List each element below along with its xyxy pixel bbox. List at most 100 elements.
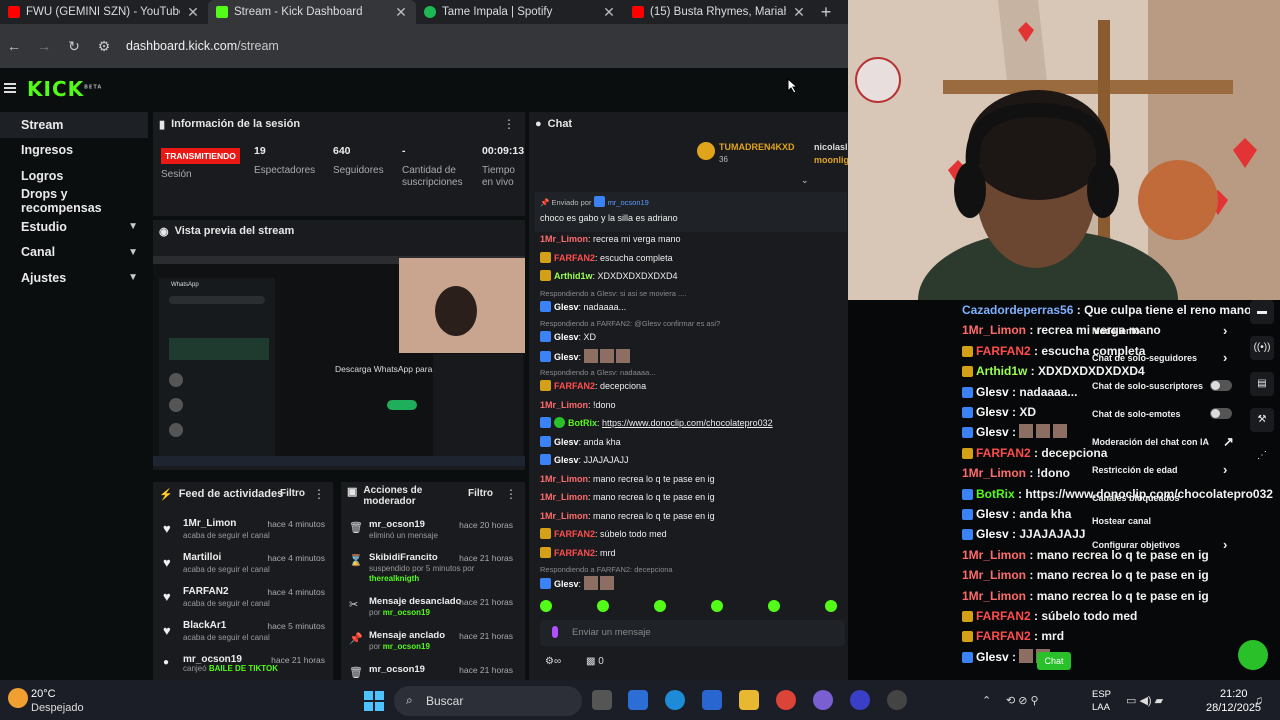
sidebar-item-logros[interactable]: Logros [0, 163, 148, 189]
stream-preview-video[interactable]: WhatsApp Descarga WhatsApp para Windows [153, 256, 525, 466]
chat-input[interactable]: Enviar un mensaje [540, 620, 845, 646]
menu-icon[interactable] [4, 83, 16, 93]
sidebar-item-estudio[interactable]: Estudio ▼ [0, 214, 148, 240]
emote-icon[interactable] [825, 600, 837, 612]
obs-icon[interactable] [887, 690, 907, 710]
chat-message[interactable]: FARFAN2: escucha completa [540, 251, 673, 265]
chat-settings-item[interactable]: Chat de solo-suscriptores [1092, 381, 1203, 391]
clock-date[interactable]: 28/12/2025 [1206, 702, 1261, 714]
chat-message[interactable]: Glesv: [540, 576, 616, 590]
chat-username[interactable]: Glesv [554, 455, 579, 465]
chat-message[interactable]: FARFAN2: mrd [540, 546, 616, 560]
store-icon[interactable] [702, 690, 722, 710]
clock-time[interactable]: 21:20 [1220, 688, 1248, 700]
emote-icon[interactable] [711, 600, 723, 612]
mod-actor[interactable]: therealknigth [369, 574, 419, 583]
chat-username[interactable]: BotRix [568, 418, 597, 428]
activity-user[interactable]: BlackAr1 [183, 620, 226, 631]
chat-username[interactable]: 1Mr_Limon [540, 492, 588, 502]
forward-icon[interactable]: → [36, 38, 52, 54]
top-gifter-2[interactable]: nicolasl [814, 142, 848, 152]
mod-title[interactable]: mr_ocson19 [369, 519, 425, 530]
settings-icon[interactable]: ⚙∞ [545, 656, 561, 667]
chat-username[interactable]: Glesv [554, 302, 579, 312]
more-options-icon[interactable]: ⋮ [313, 487, 325, 501]
app-icon[interactable] [850, 690, 870, 710]
chat-message[interactable]: 1Mr_Limon: recrea mi verga mano [540, 232, 681, 246]
back-icon[interactable]: ← [6, 38, 22, 54]
chat-settings-item[interactable]: Configurar objetivos [1092, 540, 1180, 550]
wrench-icon[interactable]: ⚒ [1250, 408, 1274, 432]
sidebar-item-drops[interactable]: Drops y recompensas [0, 187, 148, 215]
mod-actor[interactable]: mr_ocson19 [383, 608, 430, 617]
chat-username[interactable]: FARFAN2 [554, 253, 595, 263]
discord-icon[interactable] [813, 690, 833, 710]
activity-user[interactable]: FARFAN2 [183, 586, 229, 597]
chat-settings-item[interactable]: Moderación del chat con IA [1092, 437, 1209, 447]
chat-settings-item[interactable]: Hostear canal [1092, 516, 1151, 526]
chat-message[interactable]: Glesv: [540, 348, 632, 363]
activity-user[interactable]: Martilloi [183, 552, 221, 563]
chat-message[interactable]: Glesv: nadaaaa... [540, 300, 626, 314]
layout-icon[interactable]: ▤ [1250, 372, 1274, 396]
mod-actor[interactable]: mr_ocson19 [383, 642, 430, 651]
site-info-icon[interactable]: ⚙ [96, 38, 112, 55]
toggle-switch[interactable] [1210, 380, 1232, 391]
chat-settings-item[interactable]: Canales bloqueados [1092, 493, 1180, 503]
chat-username[interactable]: FARFAN2 [554, 381, 595, 391]
close-icon[interactable]: ✕ [792, 4, 806, 21]
chat-message[interactable]: 1Mr_Limon: mano recrea lo q te pase en i… [540, 509, 715, 523]
windows-start-icon[interactable] [364, 691, 384, 711]
chat-icon[interactable]: ▬ [1250, 300, 1274, 324]
chat-username[interactable]: Glesv [554, 352, 579, 362]
app-icon[interactable] [628, 690, 648, 710]
task-view-icon[interactable] [592, 690, 612, 710]
chat-message[interactable]: BotRix: https://www.donoclip.com/chocola… [540, 416, 773, 430]
url-field[interactable]: dashboard.kick.com/stream [126, 39, 279, 53]
emote-icon[interactable] [597, 600, 609, 612]
tray-chevron-icon[interactable]: ⌃ [982, 694, 991, 707]
chat-username[interactable]: 1Mr_Limon [540, 234, 588, 244]
more-options-icon[interactable]: ⋮ [503, 117, 515, 131]
toggle-switch[interactable] [1210, 408, 1232, 419]
filter-button[interactable]: Filtro [468, 488, 493, 499]
notification-bell-icon[interactable]: ♫ [1254, 693, 1263, 707]
language-layout[interactable]: LAA [1092, 702, 1110, 713]
close-icon[interactable]: ✕ [394, 4, 408, 21]
mod-title[interactable]: Mensaje anclado [369, 630, 445, 641]
sidebar-item-canal[interactable]: Canal ▼ [0, 240, 148, 266]
tab-youtube[interactable]: FWU (GEMINI SZN) - YouTube ✕ [0, 0, 208, 24]
tray-icons[interactable]: ⟲ ⊘ ⚲ [1006, 694, 1039, 707]
sidebar-item-stream[interactable]: Stream [0, 112, 148, 138]
chat-message[interactable]: 1Mr_Limon: mano recrea lo q te pase en i… [540, 472, 715, 486]
chat-username[interactable]: Glesv [554, 579, 579, 589]
chat-message[interactable]: 1Mr_Limon: !dono [540, 398, 616, 412]
chat-message[interactable]: Arthid1w: XDXDXDXDXDXD4 [540, 269, 678, 283]
emote-icon[interactable] [768, 600, 780, 612]
weather-temp[interactable]: 20°C [31, 688, 56, 700]
tab-youtube-2[interactable]: (15) Busta Rhymes, Mariah Care ✕ [624, 0, 814, 24]
chat-settings-item[interactable]: Chat de solo-emotes [1092, 409, 1181, 419]
more-options-icon[interactable]: ⋮ [505, 487, 517, 501]
weather-desc[interactable]: Despejado [31, 702, 84, 714]
chat-username[interactable]: 1Mr_Limon [540, 400, 588, 410]
new-tab-button[interactable]: + [814, 0, 838, 24]
top-gifter-name[interactable]: TUMADREN4KXD [719, 142, 795, 152]
chat-message[interactable]: 1Mr_Limon: mano recrea lo q te pase en i… [540, 490, 715, 504]
emote-icon[interactable] [540, 600, 552, 612]
chat-message[interactable]: Glesv: JJAJAJAJJ [540, 453, 629, 467]
network-volume-battery-icons[interactable]: ▭ ◀) ▰ [1126, 694, 1163, 707]
activity-user[interactable]: 1Mr_Limon [183, 518, 236, 529]
chat-username[interactable]: Glesv [554, 437, 579, 447]
chat-username[interactable]: FARFAN2 [554, 529, 595, 539]
chat-settings-item[interactable]: Modo lento [1092, 326, 1140, 336]
chrome-icon[interactable] [776, 690, 796, 710]
share-icon[interactable]: ⋰ [1250, 444, 1274, 468]
chat-username[interactable]: 1Mr_Limon [540, 474, 588, 484]
chat-message[interactable]: Glesv: anda kha [540, 435, 621, 449]
tab-kick-dashboard[interactable]: Stream - Kick Dashboard ✕ [208, 0, 416, 24]
mod-title[interactable]: Mensaje desanclado [369, 596, 461, 607]
sidebar-item-ajustes[interactable]: Ajustes ▼ [0, 265, 148, 291]
collapse-chevron-icon[interactable]: ⌄ [801, 175, 809, 186]
kick-logo[interactable]: KICKBETA [27, 77, 102, 101]
